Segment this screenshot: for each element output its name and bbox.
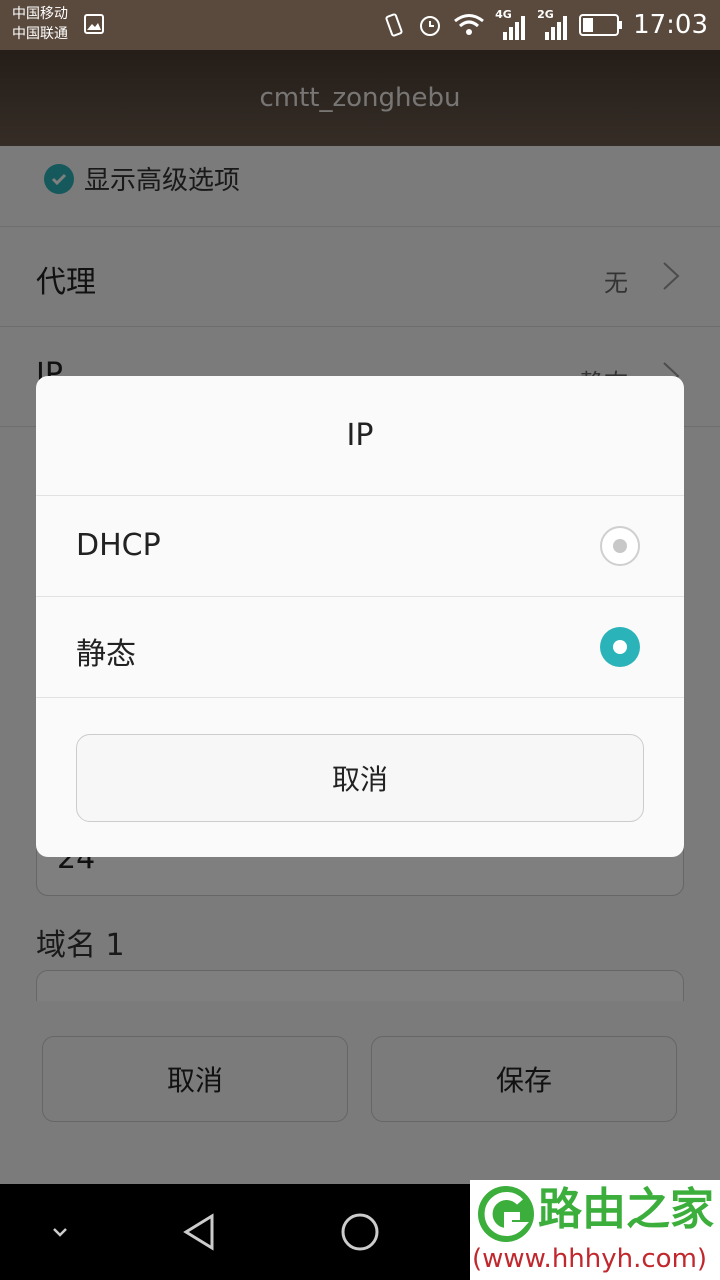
ip-mode-dialog: IP DHCP 静态 取消 bbox=[36, 376, 684, 857]
radio-unselected-icon[interactable] bbox=[600, 526, 640, 566]
carrier-labels: 中国移动 中国联通 bbox=[12, 4, 68, 44]
dialog-cancel-button[interactable]: 取消 bbox=[76, 734, 644, 822]
battery-icon bbox=[579, 14, 623, 36]
vibrate-icon bbox=[385, 13, 403, 37]
carrier-2: 中国联通 bbox=[12, 26, 68, 42]
option-label: DHCP bbox=[76, 528, 161, 563]
option-dhcp[interactable]: DHCP bbox=[36, 496, 684, 597]
status-icons: 4G 2G 17:03 bbox=[381, 0, 708, 50]
carrier-1: 中国移动 bbox=[12, 6, 68, 22]
home-button[interactable] bbox=[336, 1208, 384, 1256]
site-watermark: 路由之家 (www.hhhyh.com) bbox=[470, 1180, 720, 1280]
signal-4g-icon: 4G bbox=[495, 8, 527, 42]
hide-nav-button[interactable] bbox=[36, 1208, 84, 1256]
status-bar: 中国移动 中国联通 4G 2G 17:03 bbox=[0, 0, 720, 50]
watermark-logo-icon bbox=[478, 1186, 534, 1242]
gallery-notification-icon bbox=[84, 14, 104, 34]
back-triangle-icon bbox=[183, 1213, 214, 1251]
chevron-down-icon bbox=[53, 1228, 67, 1237]
wifi-icon bbox=[454, 14, 484, 35]
back-button[interactable] bbox=[176, 1208, 224, 1256]
signal-2g-icon: 2G bbox=[537, 8, 569, 42]
alarm-icon bbox=[420, 16, 441, 36]
option-label: 静态 bbox=[76, 637, 136, 672]
radio-selected-icon[interactable] bbox=[600, 627, 640, 667]
dialog-title: IP bbox=[36, 376, 684, 496]
watermark-name: 路由之家 bbox=[538, 1184, 714, 1235]
clock: 17:03 bbox=[633, 10, 708, 40]
option-static[interactable]: 静态 bbox=[36, 597, 684, 698]
home-circle-icon bbox=[341, 1213, 379, 1251]
watermark-url: (www.hhhyh.com) bbox=[472, 1244, 708, 1274]
